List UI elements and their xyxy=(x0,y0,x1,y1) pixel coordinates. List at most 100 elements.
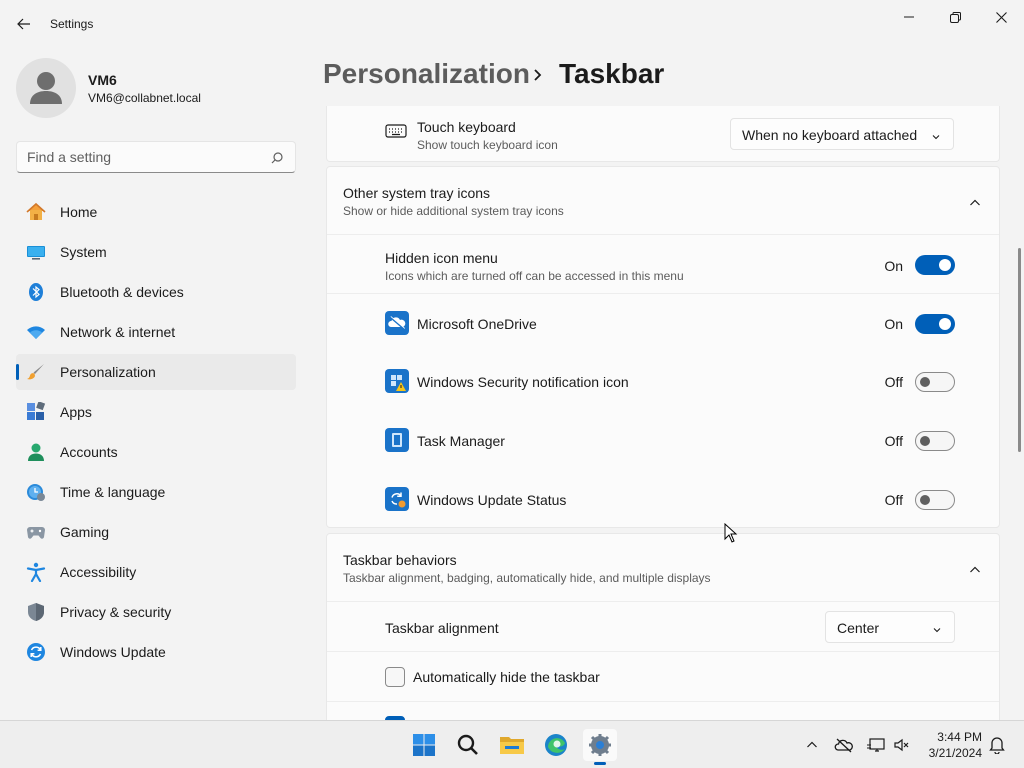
edge-button[interactable] xyxy=(539,729,573,761)
task-manager-toggle[interactable] xyxy=(915,431,955,451)
minimize-button[interactable] xyxy=(886,6,932,28)
tray-app-row-onedrive: Microsoft OneDrive On xyxy=(327,293,999,352)
settings-icon xyxy=(589,734,611,756)
onedrive-toggle[interactable] xyxy=(915,314,955,334)
sidebar-item-label: Personalization xyxy=(60,364,156,380)
windows-taskbar: 3:44 PM 3/21/2024 xyxy=(0,720,1024,768)
sidebar-item-windows-update[interactable]: Windows Update xyxy=(16,634,296,670)
show-hidden-icons-button[interactable] xyxy=(802,735,822,755)
edge-icon xyxy=(545,734,567,756)
sidebar-item-personalization[interactable]: Personalization xyxy=(16,354,296,390)
title-bar: Settings xyxy=(0,0,1024,48)
settings-taskbar-button[interactable] xyxy=(583,729,617,765)
app-title: Settings xyxy=(50,17,94,31)
windows-update-status-icon xyxy=(385,487,409,511)
sidebar-item-label: Accessibility xyxy=(60,564,137,580)
sidebar-item-bluetooth[interactable]: Bluetooth & devices xyxy=(16,274,296,310)
sidebar-item-network[interactable]: Network & internet xyxy=(16,314,296,350)
sidebar-item-apps[interactable]: Apps xyxy=(16,394,296,430)
page-title: Taskbar xyxy=(559,58,665,89)
bluetooth-icon xyxy=(26,282,46,302)
tray-icons-title: Other system tray icons xyxy=(343,185,491,201)
clock-time[interactable]: 3:44 PM xyxy=(930,730,982,744)
tray-app-row-windows-security: Windows Security notification icon Off xyxy=(327,352,999,411)
toggle-state-label: On xyxy=(884,316,903,332)
network-tray-button[interactable] xyxy=(866,735,886,755)
touch-keyboard-dropdown[interactable]: When no keyboard attached xyxy=(730,118,954,150)
search-input[interactable] xyxy=(27,149,257,165)
notifications-button[interactable] xyxy=(987,735,1007,755)
windows-security-icon xyxy=(385,369,409,393)
search-icon[interactable] xyxy=(271,151,283,169)
sidebar-item-time-language[interactable]: Time & language xyxy=(16,474,296,510)
onedrive-tray-button[interactable] xyxy=(834,735,854,755)
auto-hide-checkbox[interactable] xyxy=(385,667,405,687)
sidebar-item-label: Home xyxy=(60,204,98,220)
sidebar-item-accounts[interactable]: Accounts xyxy=(16,434,296,470)
user-email: VM6@collabnet.local xyxy=(88,91,201,105)
clock-globe-icon xyxy=(26,482,46,502)
sidebar-item-home[interactable]: Home xyxy=(16,194,296,230)
avatar[interactable] xyxy=(16,58,76,118)
auto-hide-label[interactable]: Automatically hide the taskbar xyxy=(413,669,600,685)
tray-app-name: Task Manager xyxy=(417,433,505,449)
tray-icons-header[interactable]: Other system tray icons Show or hide add… xyxy=(327,167,999,234)
clock-date[interactable]: 3/21/2024 xyxy=(924,746,982,760)
sidebar-item-system[interactable]: System xyxy=(16,234,296,270)
hidden-icon-menu-title: Hidden icon menu xyxy=(385,250,498,266)
restore-icon xyxy=(949,11,961,23)
tray-app-name: Windows Security notification icon xyxy=(417,374,629,390)
update-icon xyxy=(26,642,46,662)
taskbar-alignment-label: Taskbar alignment xyxy=(385,620,499,636)
toggle-state-label: Off xyxy=(884,492,903,508)
hidden-icon-menu-toggle[interactable] xyxy=(915,255,955,275)
taskbar-alignment-dropdown[interactable]: Center xyxy=(825,611,955,643)
home-icon xyxy=(26,202,46,222)
chevron-down-icon xyxy=(931,129,941,147)
chevron-up-icon[interactable] xyxy=(969,195,981,213)
file-explorer-button[interactable] xyxy=(495,729,529,761)
content-scrollbar[interactable] xyxy=(1018,248,1021,452)
taskbar-behaviors-header[interactable]: Taskbar behaviors Taskbar alignment, bad… xyxy=(327,534,999,601)
back-button[interactable] xyxy=(10,12,38,36)
dropdown-value: When no keyboard attached xyxy=(742,127,918,143)
gamepad-icon xyxy=(26,522,46,542)
sidebar-item-accessibility[interactable]: Accessibility xyxy=(16,554,296,590)
taskbar-behaviors-subtitle: Taskbar alignment, badging, automaticall… xyxy=(343,571,711,585)
user-name: VM6 xyxy=(88,72,117,88)
sidebar-item-gaming[interactable]: Gaming xyxy=(16,514,296,550)
task-manager-icon xyxy=(385,428,409,452)
onedrive-icon xyxy=(385,311,409,335)
sidebar-item-label: Bluetooth & devices xyxy=(60,284,184,300)
system-tray-icons-card: Other system tray icons Show or hide add… xyxy=(326,166,1000,528)
chevron-right-icon xyxy=(532,64,544,91)
search-box[interactable] xyxy=(16,141,296,173)
shield-icon xyxy=(26,602,46,622)
maximize-button[interactable] xyxy=(932,6,978,28)
chevron-down-icon xyxy=(932,622,942,640)
chevron-up-icon[interactable] xyxy=(969,562,981,580)
hidden-icon-menu-subtitle: Icons which are turned off can be access… xyxy=(385,269,684,283)
tray-icons-subtitle: Show or hide additional system tray icon… xyxy=(343,204,564,218)
wifi-icon xyxy=(26,322,46,342)
taskbar-alignment-row: Taskbar alignment Center xyxy=(327,601,999,651)
minimize-icon xyxy=(904,16,914,18)
volume-tray-button[interactable] xyxy=(892,735,912,755)
onedrive-offline-icon xyxy=(834,738,853,753)
taskbar-search-button[interactable] xyxy=(451,729,485,761)
auto-hide-row: Automatically hide the taskbar xyxy=(327,651,999,701)
windows-update-status-toggle[interactable] xyxy=(915,490,955,510)
taskbar-behaviors-card: Taskbar behaviors Taskbar alignment, bad… xyxy=(326,533,1000,720)
start-button[interactable] xyxy=(407,729,441,761)
sidebar-item-label: Privacy & security xyxy=(60,604,172,620)
volume-muted-icon xyxy=(894,738,909,752)
sidebar-item-privacy-security[interactable]: Privacy & security xyxy=(16,594,296,630)
touch-keyboard-card: Touch keyboard Show touch keyboard icon … xyxy=(326,106,1000,162)
toggle-state-label: Off xyxy=(884,374,903,390)
keyboard-icon xyxy=(385,122,407,140)
sidebar-item-label: Apps xyxy=(60,404,92,420)
sidebar-item-label: Accounts xyxy=(60,444,118,460)
close-button[interactable] xyxy=(978,6,1024,28)
breadcrumb-parent[interactable]: Personalization xyxy=(323,58,530,90)
windows-security-toggle[interactable] xyxy=(915,372,955,392)
